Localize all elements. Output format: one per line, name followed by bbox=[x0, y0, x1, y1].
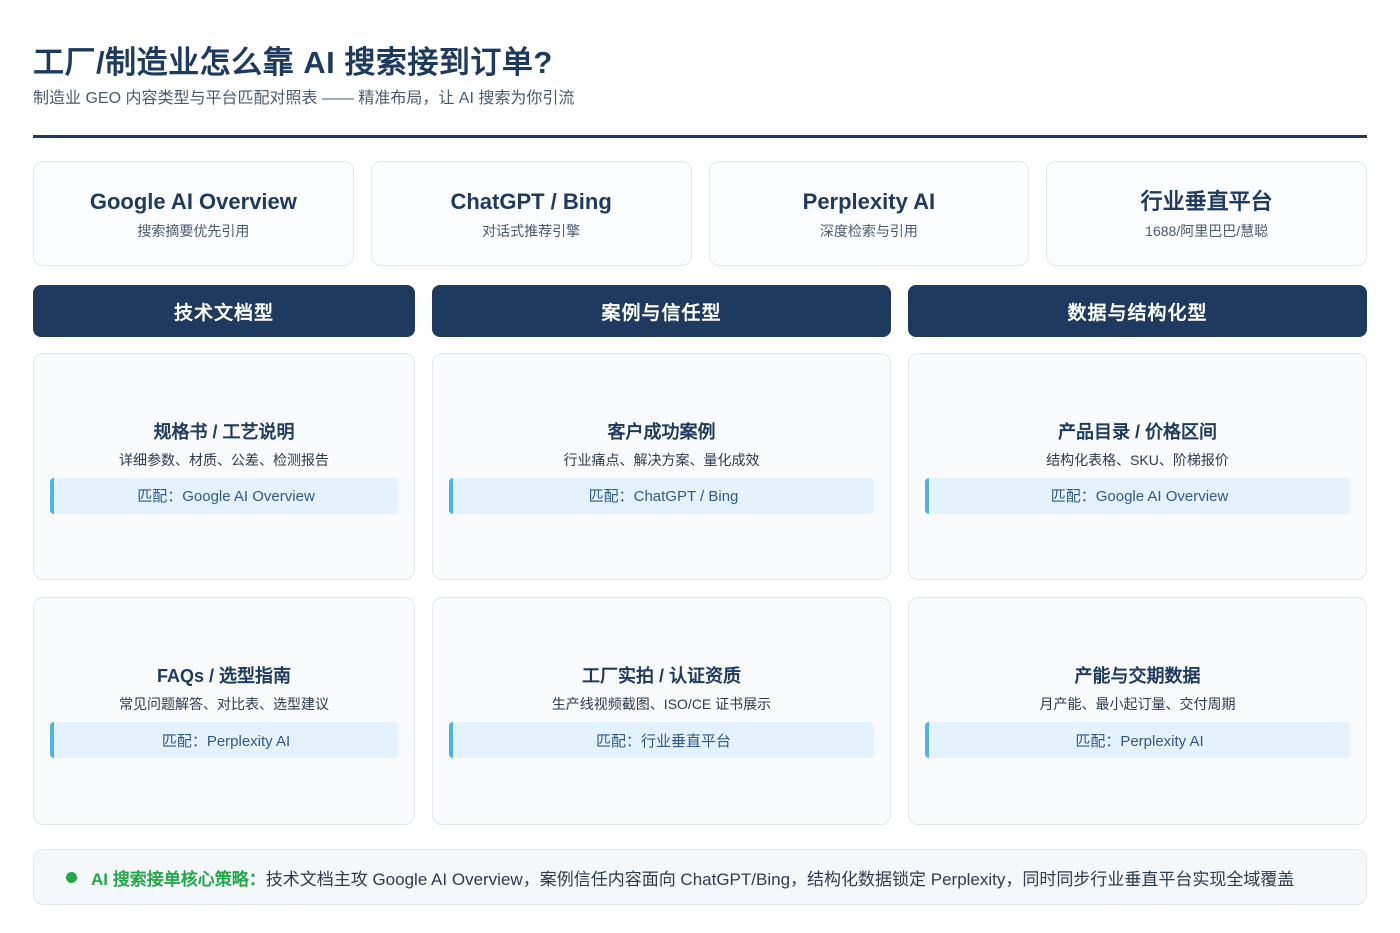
card-desc: 详细参数、材质、公差、检测报告 bbox=[119, 451, 329, 468]
content-card-case: 客户成功案例 行业痛点、解决方案、量化成效 匹配：ChatGPT / Bing bbox=[432, 353, 891, 580]
platform-name: Google AI Overview bbox=[89, 188, 297, 214]
card-desc: 结构化表格、SKU、阶梯报价 bbox=[1046, 451, 1229, 468]
column-head-case-trust: 案例与信任型 bbox=[432, 285, 891, 337]
card-title: 产能与交期数据 bbox=[1074, 666, 1201, 686]
card-title: 规格书 / 工艺说明 bbox=[153, 421, 295, 442]
content-card-spec: 规格书 / 工艺说明 详细参数、材质、公差、检测报告 匹配：Google AI … bbox=[33, 353, 415, 580]
status-dot-icon bbox=[66, 871, 77, 883]
page-title: 工厂/制造业怎么靠 AI 搜索接到订单? bbox=[33, 45, 553, 80]
header: 工厂/制造业怎么靠 AI 搜索接到订单? 制造业 GEO 内容类型与平台匹配对照… bbox=[33, 44, 1367, 110]
card-title: FAQs / 选型指南 bbox=[156, 666, 291, 686]
content-card-factory: 工厂实拍 / 认证资质 生产线视频截图、ISO/CE 证书展示 匹配：行业垂直平… bbox=[432, 597, 891, 825]
footer-text: 技术文档主攻 Google AI Overview，案例信任内容面向 ChatG… bbox=[265, 869, 1295, 889]
platform-name: Perplexity AI bbox=[802, 188, 936, 214]
column-head-tech-docs: 技术文档型 bbox=[33, 285, 415, 337]
platform-name: ChatGPT / Bing bbox=[450, 188, 612, 214]
platform-desc: 深度检索与引用 bbox=[819, 222, 918, 239]
page-subtitle: 制造业 GEO 内容类型与平台匹配对照表 —— 精准布局，让 AI 搜索为你引流 bbox=[33, 90, 575, 107]
platform-card-chatgpt: ChatGPT / Bing 对话式推荐引擎 bbox=[370, 161, 692, 266]
platform-desc: 对话式推荐引擎 bbox=[482, 222, 581, 239]
platform-desc: 搜索摘要优先引用 bbox=[137, 222, 250, 239]
card-title: 客户成功案例 bbox=[607, 421, 716, 442]
match-tag: 匹配：Perplexity AI bbox=[925, 722, 1350, 758]
strategy-footer: AI 搜索接单核心策略： 技术文档主攻 Google AI Overview，案… bbox=[33, 849, 1367, 905]
card-desc: 月产能、最小起订量、交付周期 bbox=[1039, 696, 1236, 712]
platform-card-perplexity: Perplexity AI 深度检索与引用 bbox=[708, 161, 1030, 266]
match-tag: 匹配：Google AI Overview bbox=[50, 477, 398, 514]
column-head-structured-data: 数据与结构化型 bbox=[908, 285, 1367, 337]
match-tag: 匹配：Perplexity AI bbox=[50, 722, 398, 758]
platform-card-google: Google AI Overview 搜索摘要优先引用 bbox=[33, 161, 354, 266]
match-tag: 匹配：ChatGPT / Bing bbox=[449, 477, 874, 514]
card-desc: 行业痛点、解决方案、量化成效 bbox=[563, 451, 760, 468]
platform-row: Google AI Overview 搜索摘要优先引用 ChatGPT / Bi… bbox=[33, 161, 1367, 266]
platform-card-vertical: 行业垂直平台 1688/阿里巴巴/慧聪 bbox=[1046, 161, 1367, 266]
card-title: 工厂实拍 / 认证资质 bbox=[581, 666, 741, 686]
content-card-capacity: 产能与交期数据 月产能、最小起订量、交付周期 匹配：Perplexity AI bbox=[908, 597, 1367, 825]
content-card-catalog: 产品目录 / 价格区间 结构化表格、SKU、阶梯报价 匹配：Google AI … bbox=[908, 353, 1367, 580]
match-tag: 匹配：Google AI Overview bbox=[925, 477, 1350, 514]
platform-desc: 1688/阿里巴巴/慧聪 bbox=[1145, 222, 1269, 239]
card-title: 产品目录 / 价格区间 bbox=[1057, 421, 1217, 442]
header-divider bbox=[33, 135, 1367, 138]
content-card-faq: FAQs / 选型指南 常见问题解答、对比表、选型建议 匹配：Perplexit… bbox=[33, 597, 415, 825]
match-tag: 匹配：行业垂直平台 bbox=[449, 722, 874, 758]
card-desc: 常见问题解答、对比表、选型建议 bbox=[119, 696, 329, 712]
footer-label: AI 搜索接单核心策略： bbox=[91, 869, 266, 889]
platform-name: 行业垂直平台 bbox=[1140, 188, 1273, 214]
card-desc: 生产线视频截图、ISO/CE 证书展示 bbox=[551, 696, 772, 712]
